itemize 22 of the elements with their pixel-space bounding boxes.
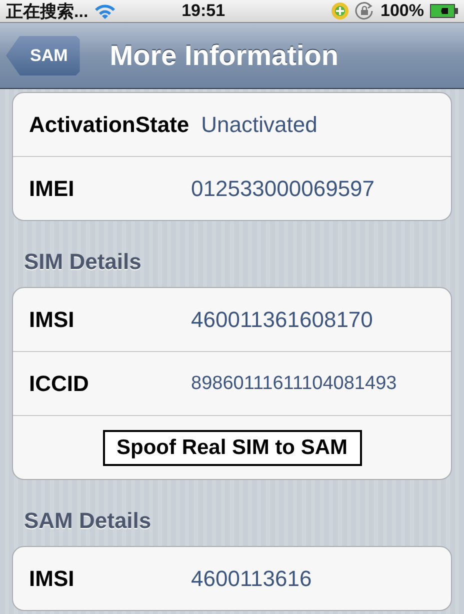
- battery-charging-icon: [430, 4, 458, 18]
- section-header: SAM Details: [23, 507, 152, 535]
- back-button[interactable]: SAM: [6, 36, 80, 76]
- clock-time: 19:51: [180, 1, 226, 21]
- field-value: 460011361608170: [191, 306, 373, 332]
- field-value: Unactivated: [201, 112, 318, 138]
- app-status-icon: [330, 2, 349, 20]
- field-label: ActivationState: [29, 112, 190, 138]
- field-label: ICCID: [29, 370, 90, 396]
- field-label: IMEI: [29, 176, 76, 202]
- spoof-button[interactable]: Spoof Real SIM to SAM: [102, 430, 362, 466]
- field-label: IMSI: [29, 566, 76, 592]
- field-label: IMSI: [29, 306, 76, 332]
- field-value: 012533000069597: [191, 176, 375, 202]
- wifi-icon: [94, 3, 116, 19]
- carrier-text: 正在搜索...: [6, 0, 88, 22]
- field-value: 4600113616: [191, 566, 312, 592]
- battery-percent: 100%: [380, 1, 424, 21]
- page-title: More Information: [110, 40, 338, 72]
- section-header: SIM Details: [23, 248, 142, 276]
- rotation-lock-icon: [354, 2, 375, 20]
- field-value: 89860111611104081493: [191, 372, 397, 394]
